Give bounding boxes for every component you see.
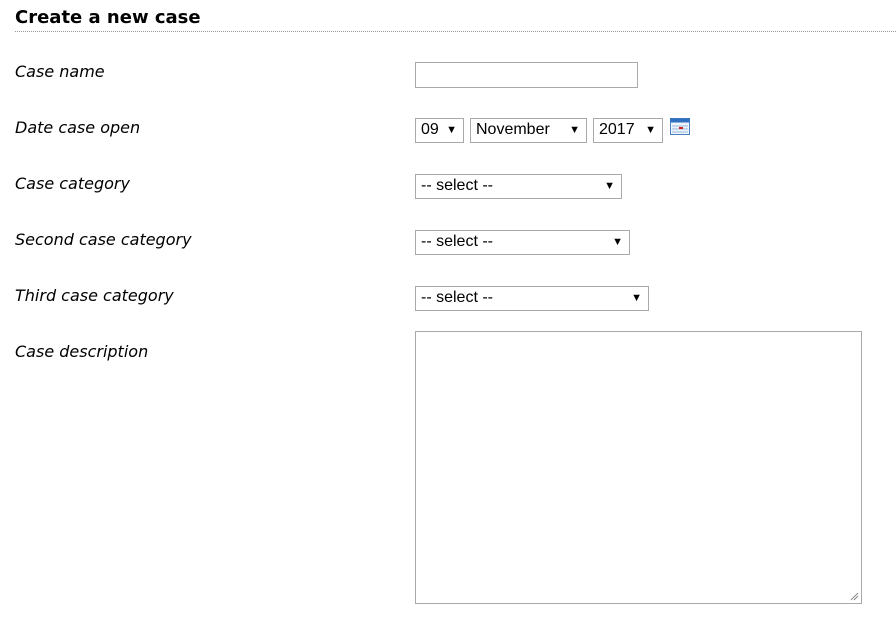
year-select[interactable]: 2017 ▼ bbox=[593, 118, 663, 143]
second-case-category-select[interactable]: -- select -- ▼ bbox=[415, 230, 630, 255]
date-open-label: Date case open bbox=[15, 118, 141, 137]
chevron-down-icon: ▼ bbox=[612, 236, 623, 248]
case-name-input[interactable] bbox=[415, 62, 638, 88]
page-title: Create a new case bbox=[15, 7, 201, 28]
second-case-category-label: Second case category bbox=[15, 230, 192, 249]
month-value: November bbox=[476, 121, 550, 138]
calendar-icon[interactable] bbox=[670, 118, 690, 135]
month-select[interactable]: November ▼ bbox=[470, 118, 587, 143]
case-category-label: Case category bbox=[15, 174, 130, 193]
chevron-down-icon: ▼ bbox=[604, 180, 615, 192]
chevron-down-icon: ▼ bbox=[631, 292, 642, 304]
case-description-label: Case description bbox=[15, 342, 149, 361]
chevron-down-icon: ▼ bbox=[645, 124, 656, 136]
title-divider bbox=[15, 31, 896, 32]
day-select[interactable]: 09 ▼ bbox=[415, 118, 464, 143]
chevron-down-icon: ▼ bbox=[569, 124, 580, 136]
third-case-category-select[interactable]: -- select -- ▼ bbox=[415, 286, 649, 311]
second-case-category-value: -- select -- bbox=[421, 233, 493, 250]
case-category-select[interactable]: -- select -- ▼ bbox=[415, 174, 622, 199]
third-case-category-value: -- select -- bbox=[421, 289, 493, 306]
case-name-label: Case name bbox=[15, 62, 105, 81]
case-category-value: -- select -- bbox=[421, 177, 493, 194]
third-case-category-label: Third case category bbox=[15, 286, 174, 305]
case-description-textarea[interactable] bbox=[415, 331, 862, 604]
resize-grip-icon[interactable] bbox=[850, 592, 859, 601]
year-value: 2017 bbox=[599, 121, 635, 138]
chevron-down-icon: ▼ bbox=[446, 124, 457, 136]
day-value: 09 bbox=[421, 121, 439, 138]
